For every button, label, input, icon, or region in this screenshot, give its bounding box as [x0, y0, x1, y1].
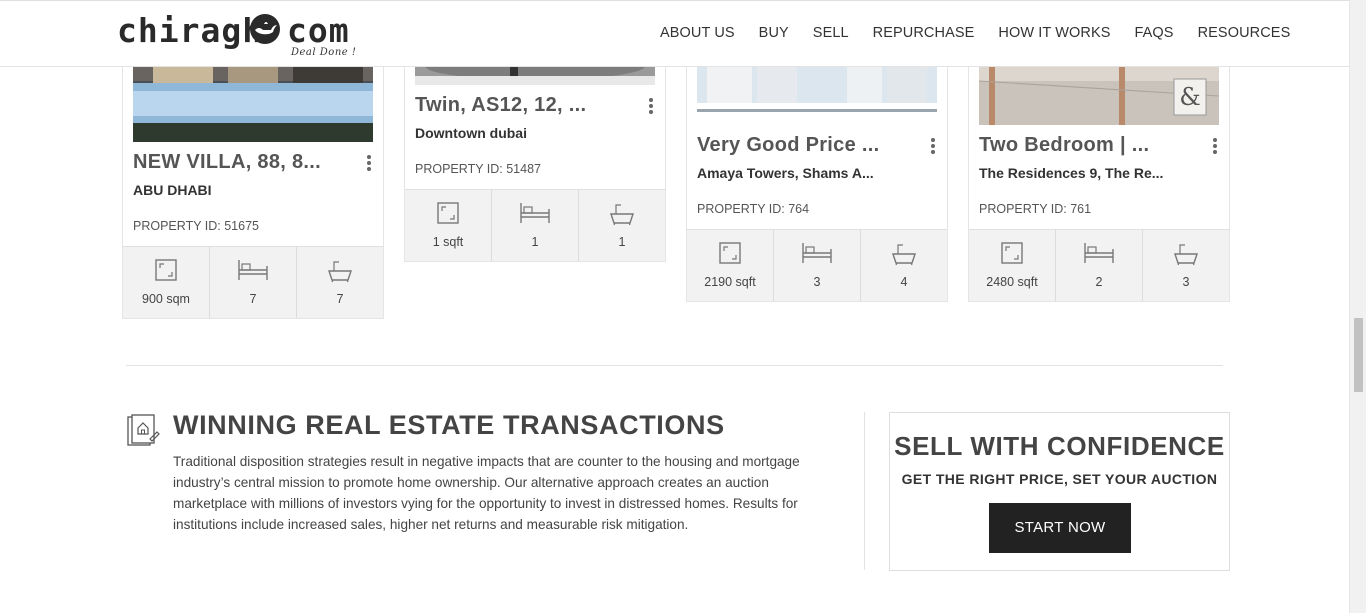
property-id: PROPERTY ID: 51487	[415, 162, 541, 176]
bed-icon	[520, 203, 550, 223]
spec-beds: 3	[774, 230, 861, 301]
nav-sell[interactable]: SELL	[813, 25, 849, 41]
property-location: ABU DHABI	[133, 182, 212, 198]
property-title[interactable]: Very Good Price ...	[697, 134, 879, 157]
spec-area: 2190 sqft	[687, 230, 774, 301]
vertical-scrollbar[interactable]	[1349, 0, 1366, 613]
nav-faqs[interactable]: FAQS	[1135, 25, 1174, 41]
page: NEW VILLA, 88, 8... ABU DHABI PROPERTY I…	[0, 0, 1366, 613]
property-location: Downtown dubai	[415, 125, 527, 141]
main-nav: ABOUT US BUY SELL REPURCHASE HOW IT WORK…	[660, 25, 1290, 41]
scrollbar-thumb[interactable]	[1354, 318, 1363, 392]
area-value: 2480 sqft	[986, 275, 1038, 289]
floor-area-icon	[719, 242, 741, 264]
lamp-icon	[250, 14, 280, 44]
bed-icon	[1084, 243, 1114, 263]
spec-beds: 1	[492, 190, 579, 261]
sell-title: SELL WITH CONFIDENCE	[894, 431, 1225, 461]
bathtub-icon	[610, 204, 634, 226]
spec-beds: 2	[1056, 230, 1143, 301]
property-location: Amaya Towers, Shams A...	[697, 165, 874, 181]
beds-value: 7	[249, 292, 257, 306]
spec-beds: 7	[210, 247, 297, 318]
winning-body: Traditional disposition strategies resul…	[173, 454, 800, 532]
house-document-icon	[127, 414, 160, 446]
bed-icon	[802, 243, 832, 263]
nav-repurchase[interactable]: REPURCHASE	[873, 25, 975, 41]
beds-value: 2	[1095, 275, 1103, 289]
beds-value: 1	[531, 235, 539, 249]
baths-value: 7	[336, 292, 344, 306]
nav-about-us[interactable]: ABOUT US	[660, 25, 735, 41]
logo-text-right: com	[287, 11, 350, 50]
spec-area: 1 sqft	[405, 190, 492, 261]
spec-area: 2480 sqft	[969, 230, 1056, 301]
vertical-divider	[864, 412, 865, 570]
nav-how-it-works[interactable]: HOW IT WORKS	[998, 25, 1110, 41]
property-id: PROPERTY ID: 761	[979, 202, 1092, 216]
start-now-button[interactable]: START NOW	[989, 503, 1131, 553]
floor-area-icon	[437, 202, 459, 224]
spec-baths: 4	[861, 230, 947, 301]
sell-cta-box: SELL WITH CONFIDENCE GET THE RIGHT PRICE…	[889, 412, 1230, 571]
property-specs: 900 sqm 7 7	[123, 246, 383, 318]
baths-value: 3	[1182, 275, 1190, 289]
property-id: PROPERTY ID: 51675	[133, 219, 259, 233]
kebab-menu-icon[interactable]	[931, 138, 935, 154]
spec-area: 900 sqm	[123, 247, 210, 318]
bathtub-icon	[892, 244, 916, 266]
spec-baths: 3	[1143, 230, 1229, 301]
site-logo[interactable]: chiragh com Deal Done !	[117, 9, 357, 61]
nav-buy[interactable]: BUY	[759, 25, 789, 41]
property-title[interactable]: Two Bedroom | ...	[979, 134, 1149, 157]
nav-resources[interactable]: RESOURCES	[1198, 25, 1291, 41]
spec-baths: 1	[579, 190, 665, 261]
kebab-menu-icon[interactable]	[649, 98, 653, 114]
beds-value: 3	[813, 275, 821, 289]
winning-title: WINNING REAL ESTATE TRANSACTIONS	[173, 410, 725, 440]
area-value: 2190 sqft	[704, 275, 756, 289]
property-title[interactable]: NEW VILLA, 88, 8...	[133, 151, 321, 174]
property-location: The Residences 9, The Re...	[979, 165, 1164, 181]
floor-area-icon	[1001, 242, 1023, 264]
baths-value: 4	[900, 275, 908, 289]
kebab-menu-icon[interactable]	[367, 155, 371, 171]
property-specs: 2190 sqft 3 4	[687, 229, 947, 301]
section-divider	[126, 365, 1223, 366]
site-header: chiragh com Deal Done ! ABOUT US BUY SEL…	[0, 0, 1349, 67]
property-specs: 1 sqft 1 1	[405, 189, 665, 261]
area-value: 900 sqm	[142, 292, 190, 306]
bed-icon	[238, 260, 268, 280]
bathtub-icon	[1174, 244, 1198, 266]
property-title[interactable]: Twin, AS12, 12, ...	[415, 94, 586, 117]
sell-subtitle: GET THE RIGHT PRICE, SET YOUR AUCTION	[901, 471, 1218, 487]
area-value: 1 sqft	[432, 235, 464, 249]
svg-text:&: &	[1179, 83, 1200, 111]
logo-text-left: chiragh	[117, 11, 264, 50]
kebab-menu-icon[interactable]	[1213, 138, 1217, 154]
logo-tagline: Deal Done !	[291, 47, 357, 58]
property-id: PROPERTY ID: 764	[697, 202, 810, 216]
bathtub-icon	[328, 261, 352, 283]
spec-baths: 7	[297, 247, 383, 318]
baths-value: 1	[618, 235, 626, 249]
floor-area-icon	[155, 259, 177, 281]
property-specs: 2480 sqft 2 3	[969, 229, 1229, 301]
